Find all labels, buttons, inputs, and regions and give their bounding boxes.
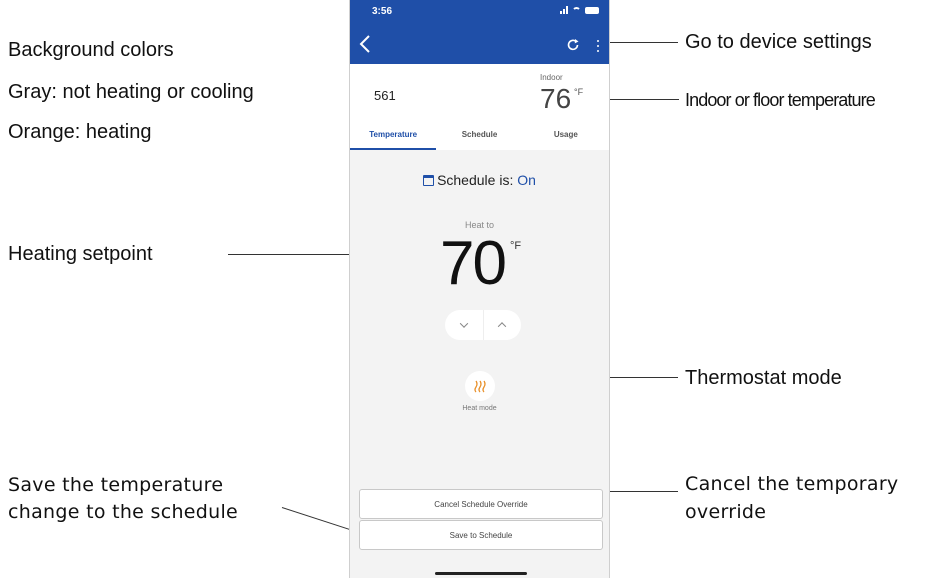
annotation-indoor-temp: Indoor or floor temperature bbox=[685, 90, 876, 110]
back-arrow-icon[interactable] bbox=[358, 34, 378, 56]
phone-screen: 3:56 561 Indoor 76 °F Temperature Schedu… bbox=[349, 0, 610, 578]
annotation-save-note-line2: change to the schedule bbox=[8, 501, 239, 523]
annotation-heating-setpoint: Heating setpoint bbox=[8, 243, 153, 265]
indoor-label: Indoor bbox=[540, 73, 563, 82]
schedule-label: Schedule is: bbox=[437, 172, 514, 188]
tab-temperature[interactable]: Temperature bbox=[350, 124, 437, 150]
chevron-up-icon bbox=[498, 322, 507, 331]
save-to-schedule-button[interactable]: Save to Schedule bbox=[359, 520, 603, 550]
home-indicator bbox=[435, 572, 527, 575]
annotation-thermostat-mode: Thermostat mode bbox=[685, 367, 842, 389]
annotation-orange-note: Orange: heating bbox=[8, 121, 152, 143]
callout-line-cancel bbox=[604, 491, 678, 492]
tab-usage[interactable]: Usage bbox=[523, 124, 609, 150]
heating-setpoint: 70 bbox=[440, 229, 507, 298]
wifi-icon bbox=[572, 6, 581, 14]
increase-setpoint-button[interactable] bbox=[483, 310, 521, 340]
schedule-value: On bbox=[517, 172, 536, 188]
calendar-icon bbox=[423, 175, 435, 186]
status-time: 3:56 bbox=[372, 6, 393, 17]
cellular-signal-icon bbox=[560, 6, 568, 14]
refresh-icon[interactable] bbox=[566, 38, 580, 52]
thermostat-mode-button[interactable] bbox=[465, 371, 495, 401]
annotation-background-colors: Background colors bbox=[8, 39, 174, 61]
more-vertical-icon[interactable] bbox=[596, 40, 600, 52]
annotation-device-settings: Go to device settings bbox=[685, 31, 872, 53]
indoor-temperature: 76 bbox=[540, 83, 572, 114]
setpoint-stepper bbox=[445, 310, 521, 340]
tab-bar: Temperature Schedule Usage bbox=[350, 124, 609, 150]
battery-icon bbox=[585, 6, 599, 14]
cancel-schedule-override-button[interactable]: Cancel Schedule Override bbox=[359, 489, 603, 519]
annotation-cancel-note-line1: Cancel the temporary bbox=[685, 473, 899, 495]
callout-line-settings bbox=[608, 42, 678, 43]
indoor-temperature-unit: °F bbox=[574, 87, 584, 97]
status-icons bbox=[560, 6, 599, 14]
heat-mode-label: Heat mode bbox=[462, 405, 497, 412]
schedule-status[interactable]: Schedule is: On bbox=[350, 172, 609, 188]
tab-schedule[interactable]: Schedule bbox=[436, 124, 522, 150]
annotation-cancel-note-line2: override bbox=[685, 501, 767, 523]
heat-waves-icon bbox=[474, 380, 486, 393]
annotation-gray-note: Gray: not heating or cooling bbox=[8, 81, 254, 103]
chevron-down-icon bbox=[459, 319, 468, 328]
annotation-save-note-line1: Save the temperature bbox=[8, 474, 224, 496]
setpoint-unit: °F bbox=[510, 240, 522, 252]
app-bar: 3:56 bbox=[350, 0, 609, 64]
device-name: 561 bbox=[374, 88, 396, 103]
decrease-setpoint-button[interactable] bbox=[445, 310, 484, 340]
